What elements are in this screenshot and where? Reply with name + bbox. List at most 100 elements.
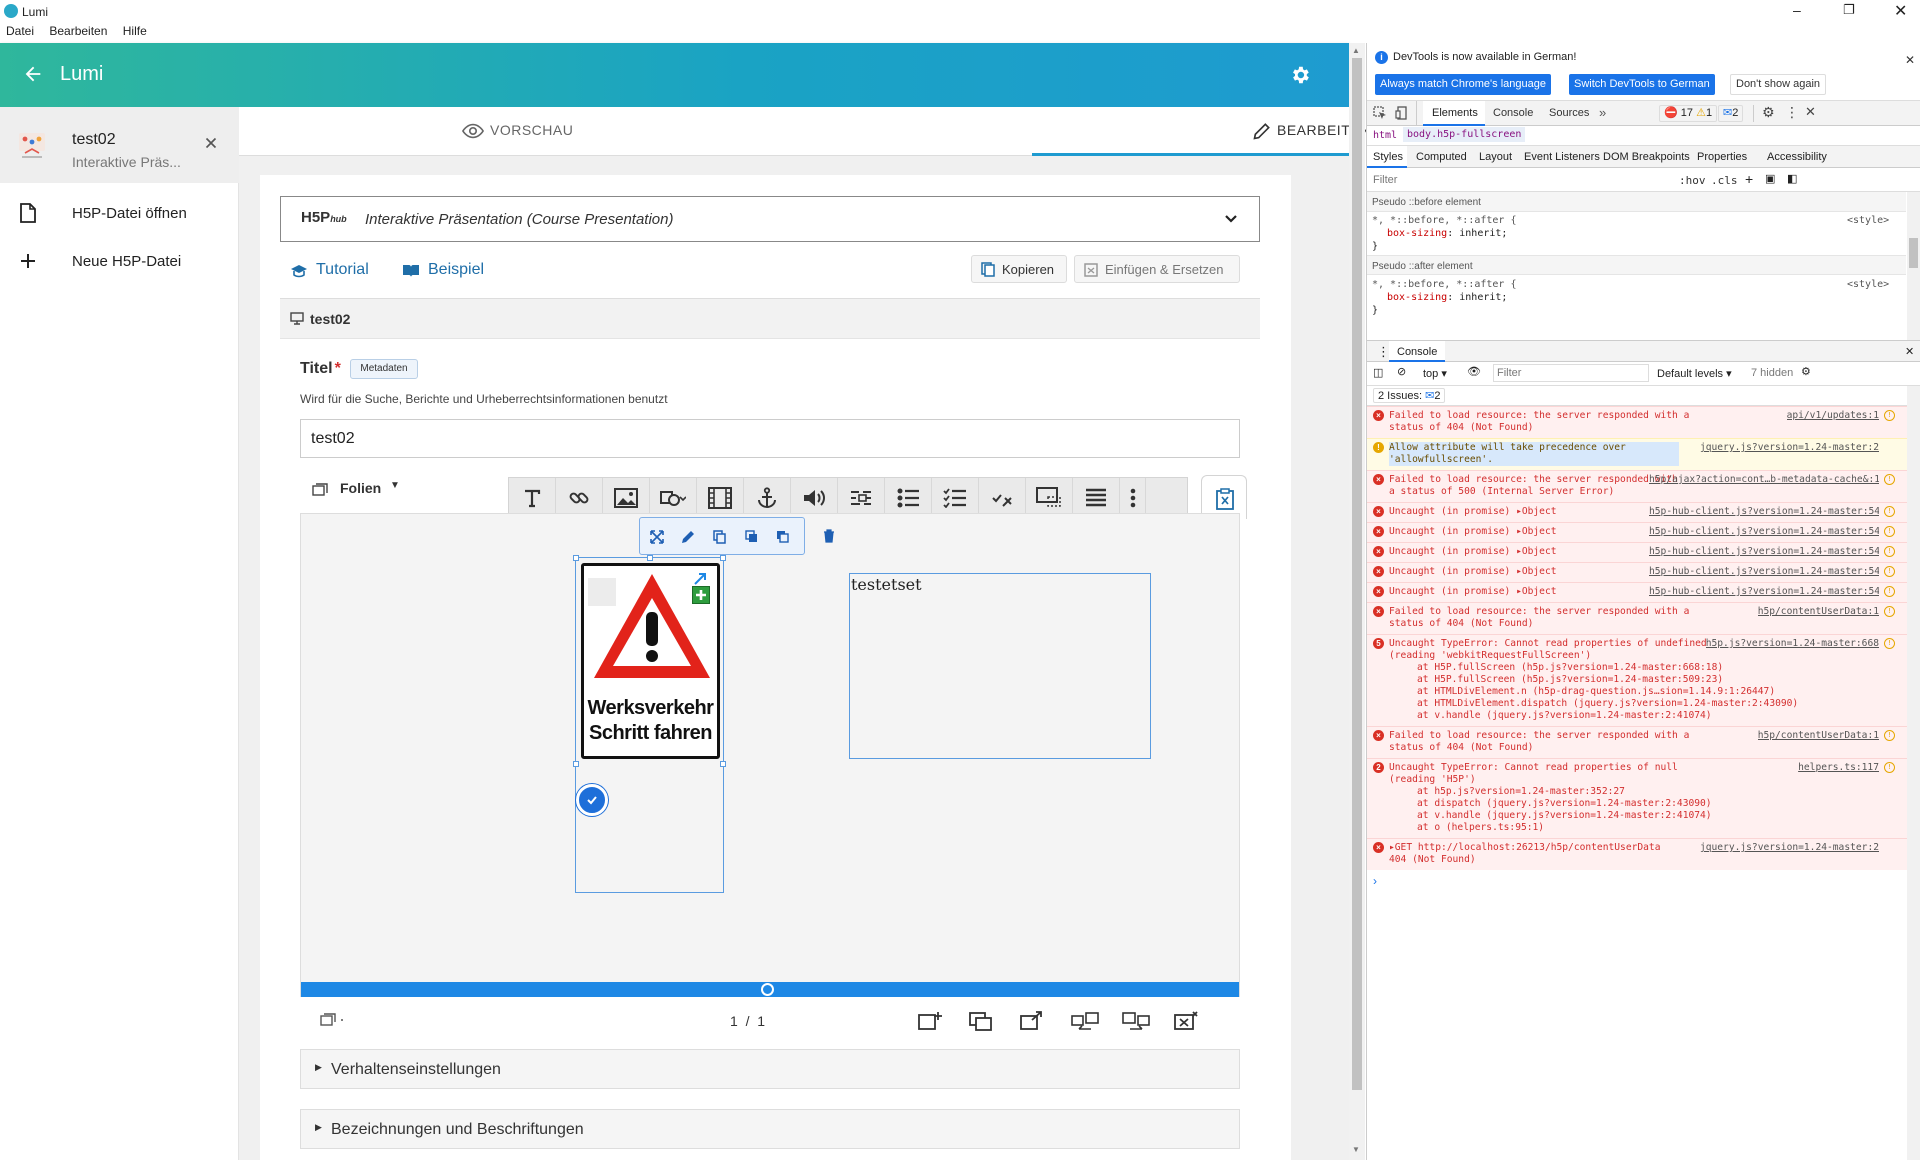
stack-frame[interactable]: at HTMLDivElement.dispatch (jquery.js?ve… (1417, 698, 1798, 709)
context-selector[interactable]: top ▾ (1423, 367, 1447, 380)
sidebar-toggle-icon[interactable]: ◧ (1787, 172, 1797, 185)
console-source-link[interactable]: jquery.js?version=1.24-master:2 (1700, 442, 1879, 453)
summary-tool-icon[interactable] (1073, 478, 1120, 518)
console-source-link[interactable]: jquery.js?version=1.24-master:2 (1700, 842, 1879, 853)
devtools-menu-icon[interactable]: ⋮ (1785, 104, 1799, 121)
stack-frame[interactable]: at v.handle (jquery.js?version=1.24-mast… (1417, 710, 1712, 721)
stack-frame[interactable]: at v.handle (jquery.js?version=1.24-mast… (1417, 810, 1712, 821)
restore-icon[interactable]: ❐ (1843, 2, 1855, 18)
more-vertical-icon[interactable] (1120, 478, 1146, 518)
clone-slide-icon[interactable] (969, 1011, 993, 1031)
console-source-link[interactable]: h5p-hub-client.js?version=1.24-master:54 (1649, 506, 1879, 517)
ai-insight-icon[interactable]: ! (1884, 566, 1895, 577)
ai-insight-icon[interactable]: ! (1884, 762, 1895, 773)
console-source-link[interactable]: h5p/ajax?action=cont…b-metadata-cache&:1 (1649, 474, 1879, 485)
menu-hilfe[interactable]: Hilfe (123, 24, 147, 38)
subtab-properties[interactable]: Properties (1697, 151, 1747, 163)
console-sidebar-icon[interactable]: ◫ (1373, 366, 1383, 379)
console-source-link[interactable]: h5p-hub-client.js?version=1.24-master:54 (1649, 586, 1879, 597)
console-error-row[interactable]: 5 Uncaught TypeError: Cannot read propert… (1367, 634, 1907, 726)
console-filter-input[interactable]: Filter (1497, 367, 1521, 379)
main-scrollbar[interactable]: ▲ ▼ (1349, 43, 1365, 1160)
ai-insight-icon[interactable]: ! (1884, 638, 1895, 649)
multiple-choice-tool-icon[interactable] (932, 478, 979, 518)
selected-image-element[interactable]: Werksverkehr Schritt fahren (573, 555, 726, 893)
menu-datei[interactable]: Datei (6, 24, 34, 38)
ai-insight-icon[interactable]: ! (1884, 474, 1895, 485)
clear-console-icon[interactable]: ⊘ (1397, 365, 1406, 378)
scroll-thumb[interactable] (1352, 58, 1362, 1090)
slide-background-icon[interactable] (1020, 1011, 1044, 1031)
log-levels-dropdown[interactable]: Default levels ▾ (1657, 367, 1732, 380)
console-source-link[interactable]: h5p.js?version=1.24-master:668 (1706, 638, 1879, 649)
close-file-icon[interactable] (202, 134, 220, 152)
open-file-item[interactable]: test02 Interaktive Präs... (0, 107, 239, 183)
single-choice-tool-icon[interactable] (885, 478, 932, 518)
console-error-row[interactable]: × Failed to load resource: the server res… (1367, 726, 1907, 758)
console-error-row[interactable]: × ▸GET http://localhost:26213/h5p/content… (1367, 838, 1907, 870)
check-badge-icon[interactable] (576, 784, 608, 816)
crumb-body[interactable]: body.h5p-fullscreen (1403, 127, 1526, 142)
add-slide-icon[interactable] (918, 1011, 942, 1031)
close-window-icon[interactable]: ✕ (1894, 1, 1907, 21)
console-error-row[interactable]: × Uncaught (in promise) ▸Object h5p-hub-cl… (1367, 522, 1907, 542)
styles-scrollbar[interactable] (1907, 192, 1920, 340)
stack-frame[interactable]: at HTMLDivElement.n (h5p-drag-question.j… (1417, 686, 1775, 697)
console-source-link[interactable]: api/v1/updates:1 (1787, 410, 1879, 421)
console-settings-icon[interactable]: ⚙ (1801, 365, 1811, 378)
console-error-row[interactable]: × Uncaught (in promise) ▸Object h5p-hub-cl… (1367, 542, 1907, 562)
slide-position-marker[interactable] (761, 983, 774, 996)
crumb-html[interactable]: html (1373, 130, 1397, 141)
console-prompt[interactable]: › (1373, 874, 1377, 888)
copy-button[interactable]: Kopieren (971, 255, 1067, 283)
bring-to-front-icon[interactable] (745, 530, 758, 543)
tab-sources[interactable]: Sources (1549, 107, 1589, 119)
console-source-link[interactable]: h5p-hub-client.js?version=1.24-master:54 (1649, 566, 1879, 577)
drawer-tab-console[interactable]: Console (1397, 346, 1437, 358)
subtab-layout[interactable]: Layout (1479, 151, 1512, 163)
device-toolbar-icon[interactable] (1395, 106, 1409, 120)
text-tool-icon[interactable] (509, 478, 556, 518)
sidebar-item-new-h5p[interactable]: Neue H5P-Datei (0, 239, 239, 283)
element-state-icon[interactable]: ▣ (1765, 172, 1775, 185)
fill-in-blanks-tool-icon[interactable] (838, 478, 885, 518)
new-rule-plus-icon[interactable]: + (1745, 171, 1753, 187)
tab-preview[interactable]: VORSCHAU (239, 107, 794, 156)
audio-tool-icon[interactable] (791, 478, 838, 518)
devtools-settings-icon[interactable]: ⚙ (1762, 104, 1775, 121)
tab-edit[interactable]: BEARBEITEN (794, 107, 1370, 156)
console-warning-row[interactable]: ! Allow attribute will take precedence ov… (1367, 438, 1907, 470)
delete-element-icon[interactable] (823, 529, 835, 543)
video-tool-icon[interactable] (697, 478, 744, 518)
stack-frame[interactable]: at h5p.js?version=1.24-master:352:27 (1417, 786, 1625, 797)
menu-bearbeiten[interactable]: Bearbeiten (49, 24, 107, 38)
ai-insight-icon[interactable]: ! (1884, 546, 1895, 557)
sidebar-item-open-h5p[interactable]: H5P-Datei öffnen (0, 191, 239, 235)
close-banner-icon[interactable]: ✕ (1905, 53, 1915, 67)
ai-insight-icon[interactable]: ! (1884, 526, 1895, 537)
hov-toggle[interactable]: :hov (1679, 174, 1706, 187)
text-element[interactable]: testetset (849, 573, 1151, 759)
scroll-up-icon[interactable]: ▲ (1352, 46, 1360, 55)
console-error-row[interactable]: × Failed to load resource: the server res… (1367, 406, 1907, 438)
metadata-button[interactable]: Metadaten (350, 359, 418, 379)
console-error-row[interactable]: 2 Uncaught TypeError: Cannot read propert… (1367, 758, 1907, 838)
subtab-event-listeners[interactable]: Event Listeners (1524, 151, 1600, 163)
console-error-row[interactable]: × Failed to load resource: the server res… (1367, 470, 1907, 502)
ai-insight-icon[interactable]: ! (1884, 410, 1895, 421)
issues-link[interactable]: 2 Issues: ✉2 (1373, 388, 1446, 403)
stack-frame[interactable]: at o (helpers.ts:95:1) (1417, 822, 1544, 833)
stack-frame[interactable]: at dispatch (jquery.js?version=1.24-mast… (1417, 798, 1712, 809)
true-false-tool-icon[interactable] (979, 478, 1026, 518)
cls-toggle[interactable]: .cls (1711, 174, 1738, 187)
paste-replace-button[interactable]: Einfügen & Ersetzen (1074, 255, 1240, 283)
behaviour-settings-group[interactable]: ▶ Verhaltenseinstellungen (300, 1049, 1240, 1089)
ai-insight-icon[interactable]: ! (1884, 586, 1895, 597)
console-error-row[interactable]: × Uncaught (in promise) ▸Object h5p-hub-cl… (1367, 502, 1907, 522)
ai-insight-icon[interactable]: ! (1884, 606, 1895, 617)
edit-pencil-icon[interactable] (681, 530, 695, 544)
switch-language-button[interactable]: Switch DevTools to German (1569, 74, 1715, 95)
labels-group[interactable]: ▶ Bezeichnungen und Beschriftungen (300, 1109, 1240, 1149)
error-warning-counter[interactable]: ⛔ 17 ⚠1 (1659, 105, 1718, 122)
console-scrollbar[interactable] (1907, 386, 1920, 1160)
